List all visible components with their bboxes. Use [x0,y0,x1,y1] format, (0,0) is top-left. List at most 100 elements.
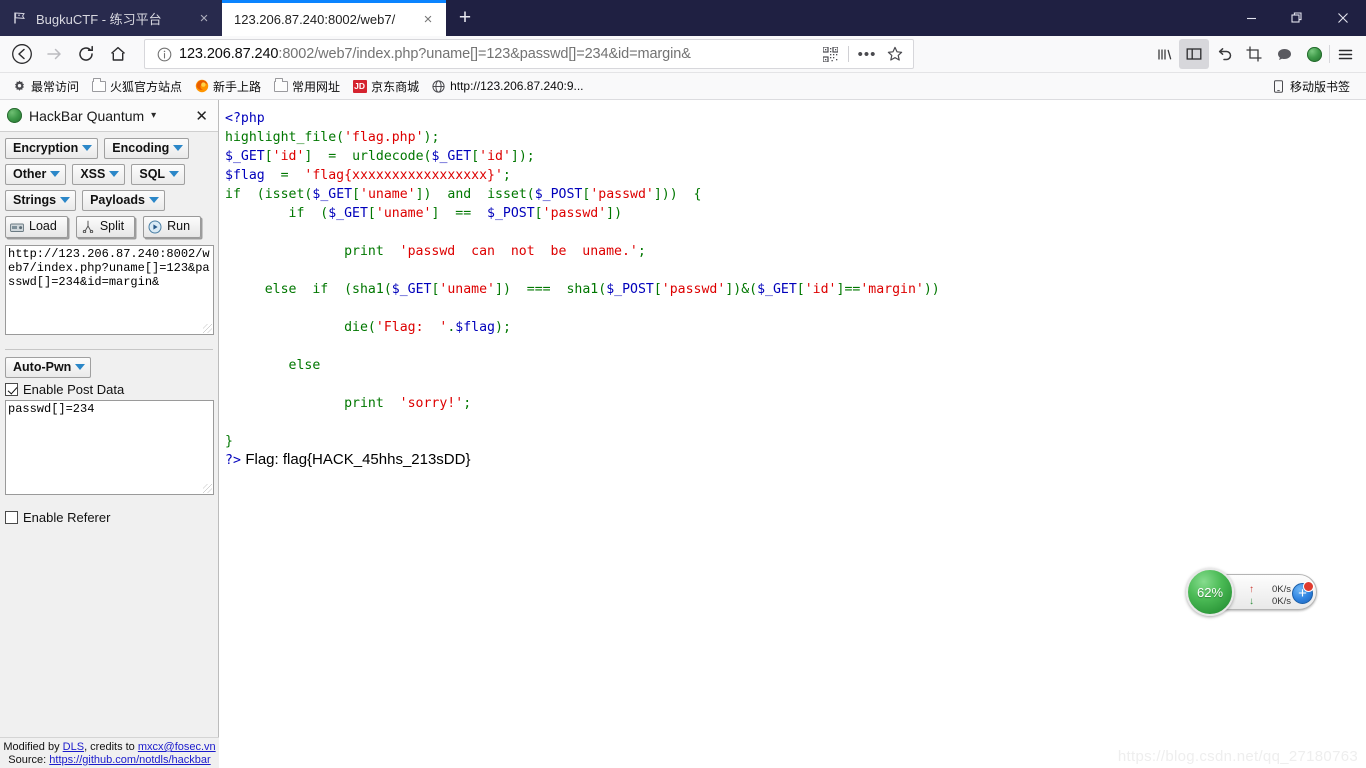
hackbar-extension-icon[interactable] [1299,39,1329,69]
code-token: [ [264,149,273,164]
chat-bubble-icon[interactable] [1269,39,1299,69]
reload-button[interactable] [70,39,102,69]
code-token: sha1 [352,282,384,297]
tab-close-button[interactable]: × [194,8,214,28]
bookmark-item-getting-started[interactable]: 新手上路 [188,76,267,97]
resize-handle[interactable] [203,324,212,333]
window-minimize-button[interactable] [1228,0,1274,36]
library-icon[interactable] [1149,39,1179,69]
code-token: else [225,358,321,373]
sidebar-close-icon[interactable]: ✕ [195,107,211,125]
code-token: 'sorry!' [399,396,464,411]
code-token: ]); [510,149,535,164]
footer-author-link[interactable]: DLS [63,741,84,753]
flag-result-text: Flag: flag{HACK_45hhs_213sDD} [245,451,471,468]
back-button[interactable] [6,39,38,69]
bookmark-label: 新手上路 [213,79,262,94]
caret-down-icon [75,364,86,370]
checkbox-box[interactable] [5,511,18,524]
enable-post-data-checkbox[interactable]: Enable Post Data [5,381,213,398]
code-token: print [225,396,400,411]
folder-icon [273,78,288,94]
navigation-toolbar: 123.206.87.240:8002/web7/index.php?uname… [0,36,1366,73]
window-restore-button[interactable] [1274,0,1320,36]
bookmark-item-mobile[interactable]: 移动版书签 [1265,76,1356,97]
bookmark-star-icon[interactable] [881,41,909,67]
upload-arrow-icon: ↑ [1249,584,1254,595]
tab-close-button[interactable]: × [418,10,438,30]
payloads-menu-button[interactable]: Payloads [82,190,165,211]
sidebar-toggle-icon[interactable] [1179,39,1209,69]
code-token: = [264,168,305,183]
code-token: $_POST [534,187,583,202]
bookmark-item-ip-link[interactable]: http://123.206.87.240:9... [425,77,589,96]
code-line: else [225,356,1366,375]
run-button[interactable]: Run [143,216,202,238]
split-button[interactable]: Split [75,216,136,238]
code-token: isset [264,187,305,202]
toolbar-right-buttons [1149,39,1360,69]
qr-code-icon[interactable] [816,41,844,67]
code-token: ( [383,282,392,297]
strings-menu-button[interactable]: Strings [5,190,77,211]
encryption-menu-button[interactable]: Encryption [5,138,99,159]
hackbar-menu-row-2: Other XSS SQL [5,164,213,185]
code-token: ; [502,168,511,183]
home-button[interactable] [102,39,134,69]
footer-source-link[interactable]: https://github.com/notdls/hackbar [49,754,210,766]
undo-arrow-icon[interactable] [1209,39,1239,69]
url-input[interactable]: http://123.206.87.240:8002/web7/index.ph… [5,245,214,335]
new-tab-button[interactable]: + [446,0,484,36]
watermark-text: https://blog.csdn.net/qq_27180763 [1117,748,1358,765]
divider [848,46,849,62]
network-speed-widget[interactable]: ↑ 0K/s ↓ 0K/s + 62% [1186,568,1317,616]
caret-down-icon [60,197,71,203]
code-token: 'id' [479,149,511,164]
sql-menu-button[interactable]: SQL [131,164,186,185]
load-button[interactable]: Load [5,216,68,238]
page-actions-icon[interactable]: ••• [853,41,881,67]
code-token: 'flag{xxxxxxxxxxxxxxxxx}' [304,168,503,183]
code-token: die [225,320,368,335]
window-close-button[interactable] [1320,0,1366,36]
address-bar[interactable]: 123.206.87.240:8002/web7/index.php?uname… [144,39,914,69]
code-token: [ [653,282,662,297]
enable-referer-checkbox[interactable]: Enable Referer [5,509,213,526]
other-menu-button[interactable]: Other [5,164,67,185]
auto-pwn-menu-button[interactable]: Auto-Pwn [5,357,92,378]
code-token: 'uname' [360,187,416,202]
browser-tab-web7[interactable]: 123.206.87.240:8002/web7/ × [222,0,446,36]
checkbox-box[interactable] [5,383,18,396]
divider [5,349,213,350]
add-button[interactable]: + [1292,581,1314,604]
xss-menu-button[interactable]: XSS [72,164,126,185]
bookmark-item-most-visited[interactable]: 最常访问 [6,76,85,97]
upload-speed: 0K/s [1271,584,1291,595]
info-circle-icon[interactable] [153,47,175,62]
code-token: 'uname' [439,282,495,297]
browser-tab-bugkuctf[interactable]: BugkuCTF - 练习平台 × [0,0,222,36]
url-text[interactable]: 123.206.87.240:8002/web7/index.php?uname… [175,46,816,62]
screenshot-crop-icon[interactable] [1239,39,1269,69]
menu-hamburger-icon[interactable] [1330,39,1360,69]
code-token: [ [471,149,480,164]
download-speed: 0K/s [1271,596,1291,607]
globe-icon [431,79,446,94]
post-data-input[interactable]: passwd[]=234 [5,400,214,495]
code-token: ( [336,130,345,145]
button-label: Encoding [112,141,170,155]
load-icon [10,220,24,234]
cpu-usage-ball[interactable]: 62% [1186,568,1234,616]
encoding-menu-button[interactable]: Encoding [104,138,190,159]
chevron-down-icon[interactable]: ▾ [151,110,156,121]
footer-credits-email-link[interactable]: mxcx@fosec.vn [138,741,216,753]
code-token: ); [423,130,440,145]
resize-handle[interactable] [203,484,212,493]
code-token: and [431,187,488,202]
caret-down-icon [173,145,184,151]
bookmark-item-jd[interactable]: JD 京东商城 [346,76,425,97]
upload-row: ↑ 0K/s [1249,584,1291,596]
bookmark-item-firefox-official[interactable]: 火狐官方站点 [85,76,188,97]
bookmark-item-common-sites[interactable]: 常用网址 [267,76,346,97]
